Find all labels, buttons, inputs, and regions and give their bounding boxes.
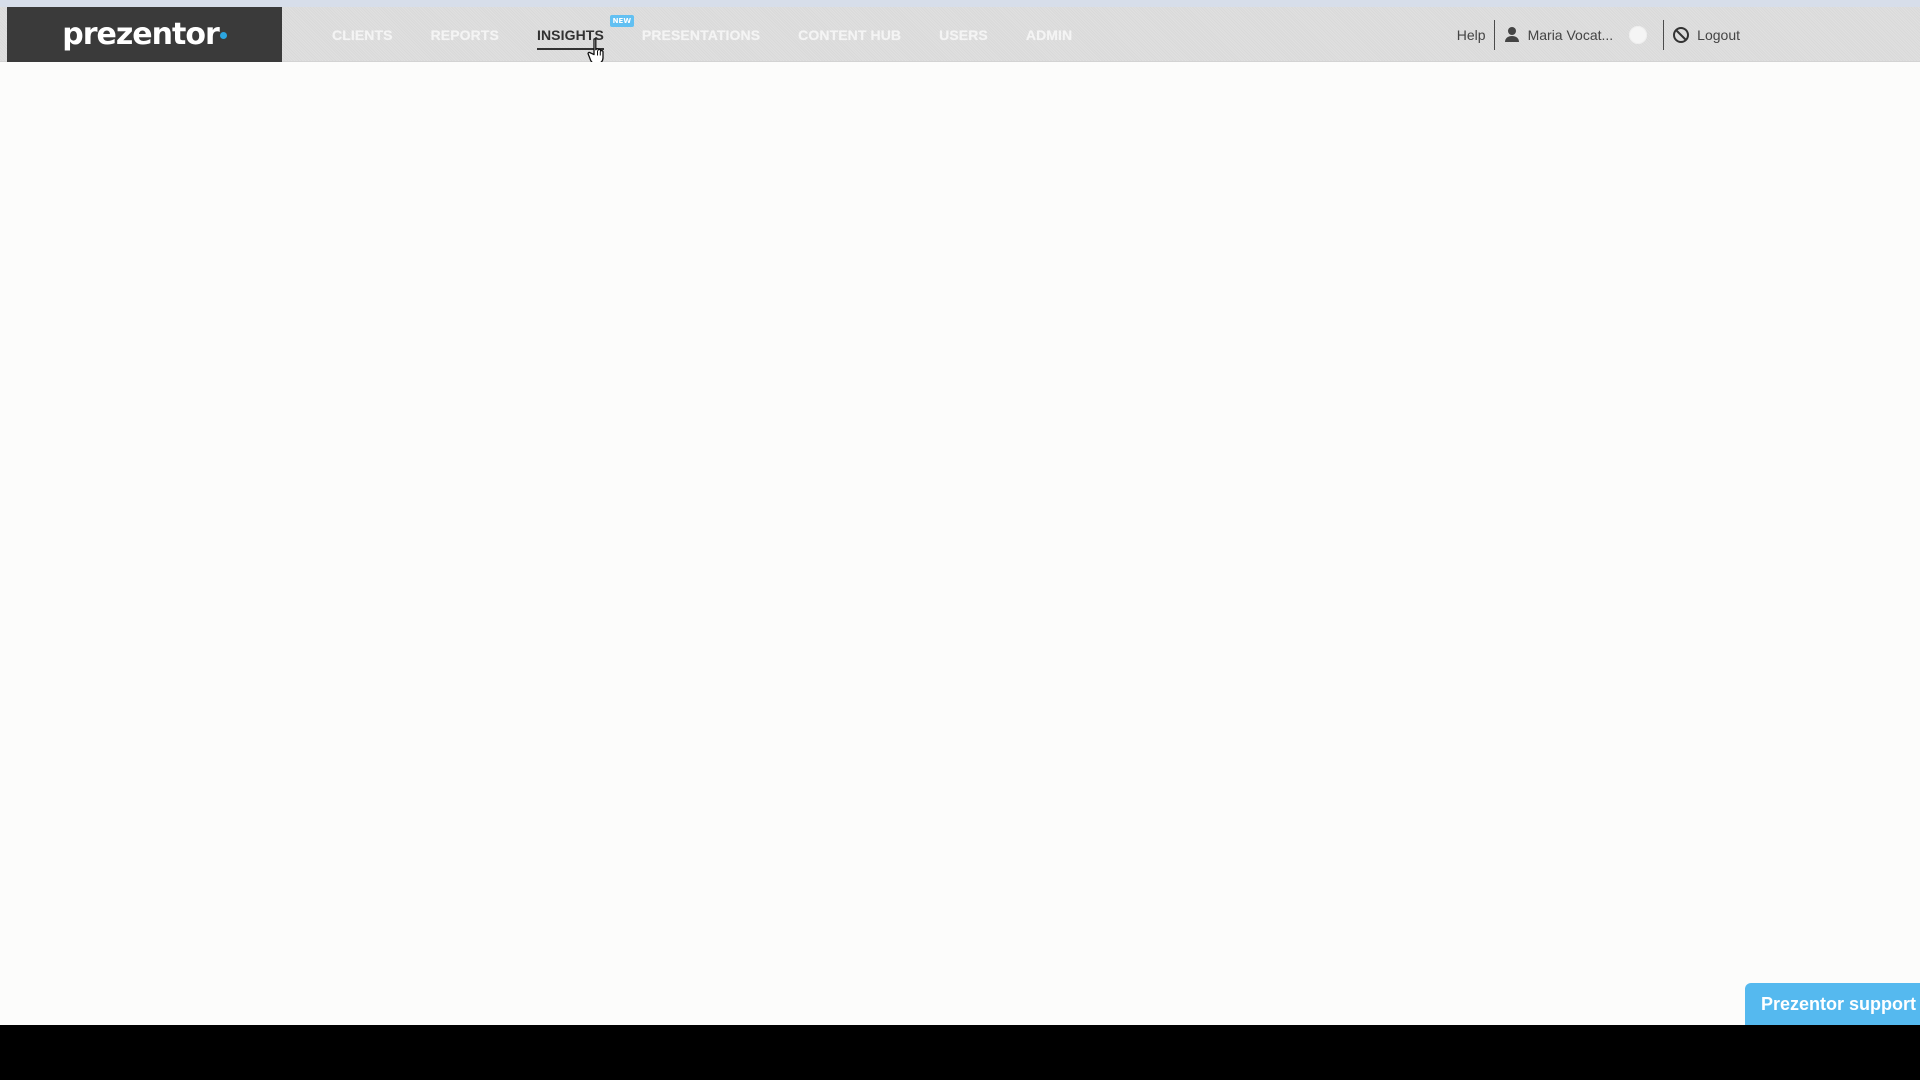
main-navigation: CLIENTS REPORTS INSIGHTS new PRESENTATIO… (332, 7, 1072, 62)
help-user-divider (1493, 19, 1495, 50)
top-accent-bar (0, 0, 1920, 7)
prezentor-logo-text: prezentor (62, 16, 220, 52)
user-profile-link[interactable]: Maria Vocat... (1503, 26, 1614, 44)
logo-accent-dot (219, 32, 227, 39)
logout-label: Logout (1697, 26, 1740, 43)
nav-insights-label: INSIGHTS (536, 26, 604, 43)
nav-clients[interactable]: CLIENTS (332, 27, 393, 43)
help-link[interactable]: Help (1457, 27, 1486, 43)
main-content-area: Prezentor support (0, 62, 1920, 1025)
nav-users[interactable]: USERS (939, 27, 988, 43)
new-badge: new (609, 14, 634, 27)
user-status-dot (1629, 25, 1648, 44)
user-icon (1503, 26, 1521, 44)
prezentor-app: prezentor CLIENTS REPORTS INSIGHTS new P… (0, 0, 1920, 1025)
nav-admin[interactable]: ADMIN (1026, 27, 1072, 43)
bottom-black-area (0, 1025, 1920, 1080)
prezentor-logo-link[interactable]: prezentor (7, 7, 282, 62)
nav-content-hub[interactable]: CONTENT HUB (798, 27, 901, 43)
user-name: Maria Vocat... (1527, 26, 1614, 43)
top-navigation-bar: prezentor CLIENTS REPORTS INSIGHTS new P… (0, 7, 1920, 62)
logout-link[interactable]: Logout (1672, 26, 1740, 44)
utility-navigation: Help Maria Vocat... Logout (1457, 7, 1740, 62)
nav-presentations[interactable]: PRESENTATIONS (642, 27, 760, 43)
prezentor-support-button[interactable]: Prezentor support (1745, 983, 1920, 1025)
logout-icon (1672, 26, 1690, 44)
user-logout-divider (1663, 19, 1665, 50)
help-label: Help (1456, 26, 1486, 43)
nav-reports[interactable]: REPORTS (431, 27, 499, 43)
nav-insights[interactable]: INSIGHTS new (536, 14, 634, 50)
